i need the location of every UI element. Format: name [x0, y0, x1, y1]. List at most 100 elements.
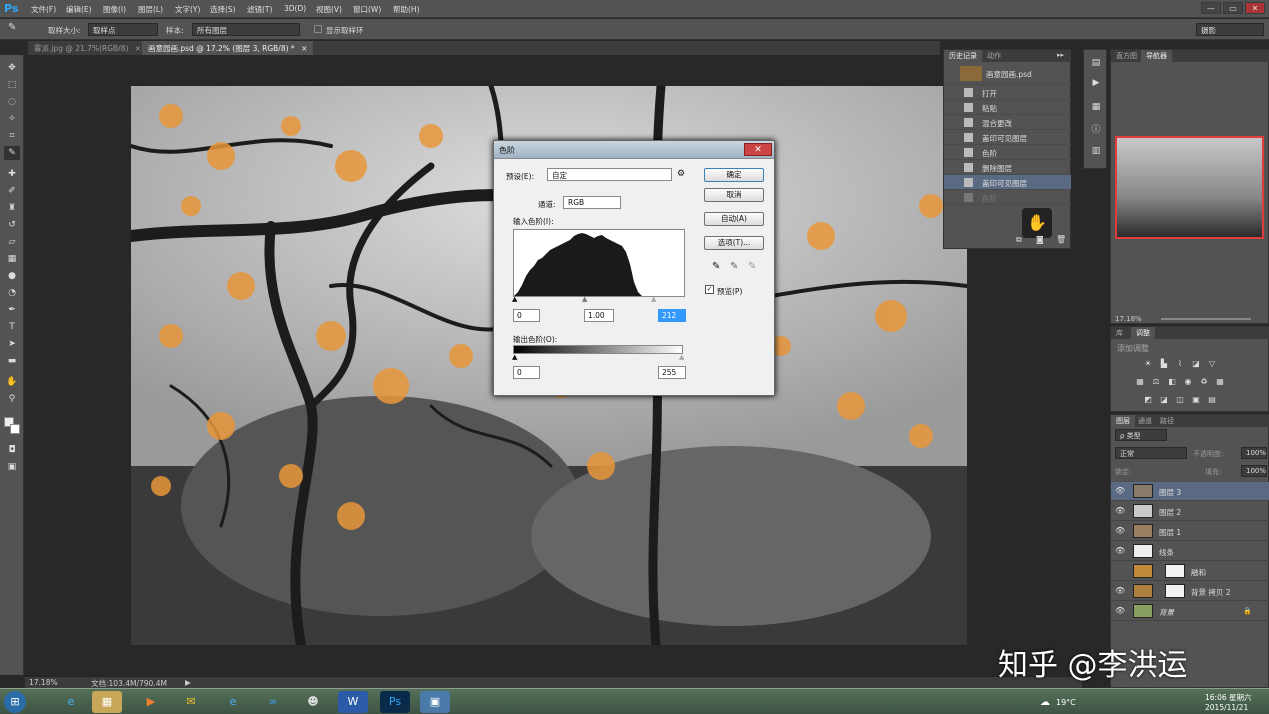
brush-tool-icon[interactable]: ✐: [4, 184, 20, 198]
brush-panel-icon[interactable]: ▦: [1089, 102, 1103, 114]
dialog-close-button[interactable]: ✕: [744, 143, 772, 156]
background-color-swatch[interactable]: [10, 424, 20, 434]
tab-document-2[interactable]: 画意园画.psd @ 17.2% (图层 3, RGB/8) * ×: [142, 41, 314, 55]
gradient-map-icon[interactable]: ▤: [1207, 395, 1217, 404]
auto-button[interactable]: 自动(A): [704, 212, 764, 226]
start-button-icon[interactable]: ⊞: [4, 691, 26, 713]
history-item-undone[interactable]: 色阶: [944, 190, 1071, 205]
hand-tool-icon[interactable]: ✋: [4, 375, 20, 389]
layer-kind-filter[interactable]: ρ 类型: [1115, 429, 1167, 441]
mail-icon[interactable]: ✉: [176, 691, 206, 713]
preset-select[interactable]: 自定: [547, 168, 672, 181]
preview-checkbox[interactable]: ✓: [705, 285, 714, 294]
menu-layer[interactable]: 图层(L): [138, 4, 163, 15]
black-white-icon[interactable]: ◧: [1167, 377, 1177, 386]
close-window-button[interactable]: ✕: [1245, 2, 1265, 14]
navigator-zoom-slider[interactable]: [1161, 318, 1251, 320]
menu-view[interactable]: 视图(V): [316, 4, 342, 15]
panel-menu-icon[interactable]: ▸▸: [1052, 50, 1069, 62]
workspace-select[interactable]: 摄影: [1196, 23, 1264, 36]
tab-paths[interactable]: 路径: [1155, 415, 1179, 427]
visibility-eye-icon[interactable]: 👁: [1115, 546, 1125, 555]
type-tool-icon[interactable]: T: [4, 320, 20, 334]
lasso-tool-icon[interactable]: ◌: [4, 95, 20, 109]
visibility-eye-icon[interactable]: 👁: [1115, 506, 1125, 515]
tab-adjustments[interactable]: 调整: [1131, 327, 1155, 339]
marquee-tool-icon[interactable]: ⬚: [4, 78, 20, 92]
show-ring-checkbox[interactable]: [314, 25, 322, 33]
crop-tool-icon[interactable]: ⌗: [4, 129, 20, 143]
eraser-tool-icon[interactable]: ▱: [4, 235, 20, 249]
layer-row[interactable]: 👁 图层 1: [1111, 522, 1269, 541]
layer-row[interactable]: 👁 图层 2: [1111, 502, 1269, 521]
eyedropper-tool-icon[interactable]: ✎: [8, 22, 16, 33]
path-select-icon[interactable]: ➤: [4, 337, 20, 351]
brightness-icon[interactable]: ☀: [1143, 359, 1153, 368]
photoshop-taskbar-icon[interactable]: Ps: [380, 691, 410, 713]
word-icon[interactable]: W: [338, 691, 368, 713]
menu-help[interactable]: 帮助(H): [393, 4, 420, 15]
threshold-icon[interactable]: ◫: [1175, 395, 1185, 404]
black-input-slider[interactable]: ▲: [512, 295, 517, 303]
layer-row[interactable]: 👁 融和: [1111, 562, 1269, 581]
navigator-zoom-value[interactable]: 17.18%: [1115, 315, 1142, 323]
tab-libraries[interactable]: 库: [1111, 327, 1128, 339]
tab-close-icon[interactable]: ×: [301, 44, 307, 53]
tab-actions[interactable]: 动作: [982, 50, 1006, 62]
healing-brush-icon[interactable]: ✚: [4, 167, 20, 181]
visibility-eye-icon[interactable]: 👁: [1115, 486, 1125, 495]
info-panel-icon[interactable]: ⓘ: [1089, 122, 1103, 135]
invert-icon[interactable]: ◩: [1143, 395, 1153, 404]
history-item[interactable]: 打开: [944, 85, 1071, 100]
move-tool-icon[interactable]: ✥: [4, 61, 20, 75]
menu-filter[interactable]: 滤镜(T): [247, 4, 272, 15]
menu-select[interactable]: 选择(S): [210, 4, 236, 15]
shape-tool-icon[interactable]: ▬: [4, 354, 20, 368]
selective-color-icon[interactable]: ▣: [1191, 395, 1201, 404]
visibility-eye-hidden-icon[interactable]: 👁: [1115, 566, 1125, 575]
layer-row[interactable]: 👁 背景 拷贝 2: [1111, 582, 1269, 601]
vibrance-icon[interactable]: ▽: [1207, 359, 1217, 368]
levels-icon[interactable]: ▙: [1159, 359, 1169, 368]
output-black-slider[interactable]: ▲: [512, 353, 517, 361]
ok-button[interactable]: 确定: [704, 168, 764, 182]
visibility-eye-icon[interactable]: 👁: [1115, 526, 1125, 535]
magic-wand-tool-icon[interactable]: ✧: [4, 112, 20, 126]
history-brush-icon[interactable]: ↺: [4, 218, 20, 232]
color-lookup-icon[interactable]: ▦: [1215, 377, 1225, 386]
menu-3d[interactable]: 3D(D): [284, 4, 306, 13]
pen-tool-icon[interactable]: ✒: [4, 303, 20, 317]
options-button[interactable]: 选项(T)...: [704, 236, 764, 250]
menu-file[interactable]: 文件(F): [31, 4, 56, 15]
channel-select[interactable]: RGB: [563, 196, 621, 209]
sample-select[interactable]: 所有图层: [192, 23, 300, 36]
history-snapshot[interactable]: 画意园画.psd: [944, 63, 1071, 85]
output-white-slider[interactable]: ▲: [679, 353, 684, 361]
tab-close-icon[interactable]: ×: [135, 44, 141, 53]
color-balance-icon[interactable]: ⚖: [1151, 377, 1161, 386]
exposure-icon[interactable]: ◪: [1191, 359, 1201, 368]
history-item[interactable]: 色阶: [944, 145, 1071, 160]
cancel-button[interactable]: 取消: [704, 188, 764, 202]
input-white-field[interactable]: 212: [658, 309, 686, 322]
camera-snapshot-icon[interactable]: ◙: [1036, 235, 1044, 244]
posterize-icon[interactable]: ◪: [1159, 395, 1169, 404]
stamp-tool-icon[interactable]: ♜: [4, 201, 20, 215]
history-panel-icon[interactable]: ▤: [1089, 58, 1103, 70]
layer-row[interactable]: 👁 背景 🔒: [1111, 602, 1269, 621]
menu-type[interactable]: 文字(Y): [175, 4, 200, 15]
layer-row-selected[interactable]: 👁 图层 3: [1111, 482, 1269, 501]
output-white-field[interactable]: 255: [658, 366, 686, 379]
navigator-preview[interactable]: [1115, 136, 1264, 239]
cloud-app-icon[interactable]: ∞: [258, 691, 288, 713]
white-eyedropper-icon[interactable]: ✎: [748, 261, 756, 272]
visibility-eye-icon[interactable]: 👁: [1115, 586, 1125, 595]
qq-icon[interactable]: ☻: [298, 691, 328, 713]
weather-cloud-icon[interactable]: ☁: [1040, 697, 1050, 708]
zoom-level[interactable]: 17.18%: [29, 678, 58, 687]
eyedropper-tool-icon[interactable]: ✎: [4, 146, 20, 160]
new-document-from-state-icon[interactable]: ⧉: [1016, 235, 1022, 245]
opacity-field[interactable]: 100%: [1241, 447, 1267, 459]
gray-eyedropper-icon[interactable]: ✎: [730, 261, 738, 272]
black-eyedropper-icon[interactable]: ✎: [712, 261, 720, 272]
